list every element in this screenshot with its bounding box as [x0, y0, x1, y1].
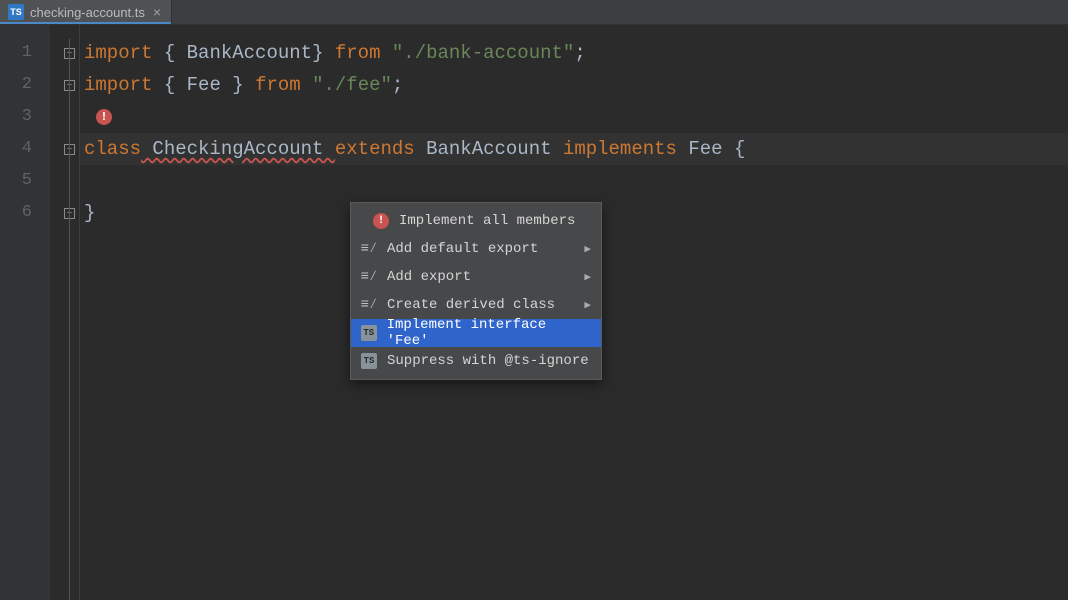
menu-item-label: Add default export: [387, 241, 538, 257]
line-number: 1: [0, 37, 50, 69]
code-action-icon: ≡∕: [361, 297, 377, 313]
error-bulb-icon[interactable]: !: [96, 109, 112, 125]
keyword-implements: implements: [563, 138, 677, 160]
menu-item-label: Create derived class: [387, 297, 555, 313]
punct: }: [84, 202, 95, 224]
line-number: 3: [0, 101, 50, 133]
menu-item-suppress-ts-ignore[interactable]: TS Suppress with @ts-ignore: [351, 347, 601, 375]
editor: 1 2 3 4 5 6 − − − − import { BankAccount…: [0, 25, 1068, 600]
menu-item-label: Add export: [387, 269, 471, 285]
punct: {: [734, 138, 745, 160]
keyword-import: import: [84, 42, 152, 64]
ts-file-icon: TS: [8, 4, 24, 20]
menu-item-label: Implement all members: [399, 213, 575, 229]
punct: }: [312, 42, 335, 64]
punct: {: [152, 42, 186, 64]
punct: ;: [392, 74, 403, 96]
code-line[interactable]: !: [80, 101, 1068, 133]
error-bulb-icon: !: [373, 213, 389, 229]
identifier: BankAccount: [415, 138, 563, 160]
code-line[interactable]: class CheckingAccount extends BankAccoun…: [80, 133, 1068, 165]
ts-action-icon: TS: [361, 353, 377, 369]
line-number: 2: [0, 69, 50, 101]
code-line[interactable]: import { Fee } from "./fee";: [80, 69, 1068, 101]
punct: [301, 74, 312, 96]
keyword-from: from: [335, 42, 381, 64]
identifier: Fee: [187, 74, 221, 96]
submenu-arrow-icon: ▶: [584, 270, 591, 284]
string-literal: "./fee": [312, 74, 392, 96]
line-number: 6: [0, 197, 50, 229]
punct: }: [221, 74, 255, 96]
punct: [380, 42, 391, 64]
class-name: CheckingAccount: [141, 138, 335, 160]
string-literal: "./bank-account": [392, 42, 574, 64]
menu-item-implement-interface-fee[interactable]: TS Implement interface 'Fee': [351, 319, 601, 347]
menu-item-add-default-export[interactable]: ≡∕ Add default export ▶: [351, 235, 601, 263]
menu-item-add-export[interactable]: ≡∕ Add export ▶: [351, 263, 601, 291]
menu-item-label: Implement interface 'Fee': [387, 317, 591, 349]
identifier: Fee: [677, 138, 734, 160]
menu-item-create-derived-class[interactable]: ≡∕ Create derived class ▶: [351, 291, 601, 319]
file-tab[interactable]: TS checking-account.ts ×: [0, 0, 172, 24]
punct: {: [152, 74, 186, 96]
keyword-import: import: [84, 74, 152, 96]
code-action-icon: ≡∕: [361, 269, 377, 285]
identifier: BankAccount: [187, 42, 312, 64]
punct: ;: [574, 42, 585, 64]
fold-gutter: − − − −: [50, 25, 80, 600]
line-number: 5: [0, 165, 50, 197]
code-action-icon: ≡∕: [361, 241, 377, 257]
intention-actions-menu: ! Implement all members ≡∕ Add default e…: [350, 202, 602, 380]
ts-action-icon: TS: [361, 325, 377, 341]
code-line[interactable]: import { BankAccount} from "./bank-accou…: [80, 37, 1068, 69]
submenu-arrow-icon: ▶: [584, 242, 591, 256]
tab-filename: checking-account.ts: [30, 5, 145, 20]
code-line[interactable]: [80, 165, 1068, 197]
tab-bar: TS checking-account.ts ×: [0, 0, 1068, 25]
keyword-extends: extends: [335, 138, 415, 160]
line-number: 4: [0, 133, 50, 165]
submenu-arrow-icon: ▶: [584, 298, 591, 312]
code-area[interactable]: import { BankAccount} from "./bank-accou…: [80, 25, 1068, 600]
keyword-from: from: [255, 74, 301, 96]
menu-item-label: Suppress with @ts-ignore: [387, 353, 589, 369]
close-icon[interactable]: ×: [151, 5, 163, 19]
line-number-gutter: 1 2 3 4 5 6: [0, 25, 50, 600]
menu-item-implement-all-members[interactable]: ! Implement all members: [351, 207, 601, 235]
keyword-class: class: [84, 138, 141, 160]
